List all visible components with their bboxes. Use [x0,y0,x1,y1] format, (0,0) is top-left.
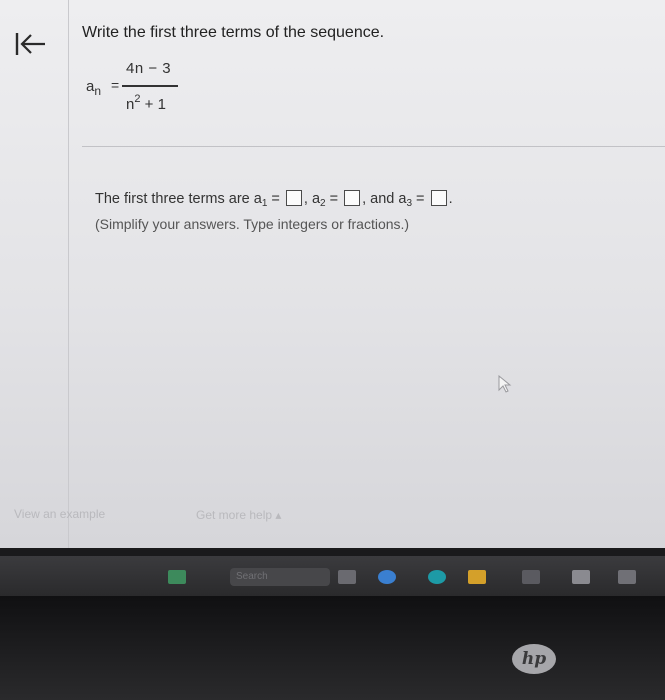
a1-answer-input[interactable] [285,190,302,206]
get-more-help-link[interactable]: Get more help ▴ [196,508,281,522]
hp-logo: hp [512,644,556,674]
bottom-links: View an example Get more help ▴ [0,507,665,533]
screen: Write the first three terms of the seque… [0,0,665,548]
laptop-bezel [0,596,665,700]
browser-icon[interactable] [378,570,396,584]
question-title: Write the first three terms of the seque… [82,24,385,41]
answer-statement: The first three terms are a1 = , a2 = , … [95,190,453,209]
folder-icon[interactable] [468,570,486,584]
app-icon[interactable] [618,570,636,584]
formula-numerator: 4n − 3 [126,60,172,77]
store-icon[interactable] [522,570,540,584]
taskbar: Search [0,556,665,596]
formula-equals: = [111,77,120,93]
section-divider [82,146,665,147]
edge-icon[interactable] [428,570,446,584]
back-to-start-icon[interactable] [14,30,50,60]
app-icon[interactable] [572,570,590,584]
fraction-bar [122,85,178,87]
view-example-link[interactable]: View an example [14,507,105,521]
formula-denominator: n2 + 1 [126,93,166,113]
sequence-formula: an = 4n − 3 n2 + 1 [86,58,206,118]
app-icon[interactable] [338,570,356,584]
start-icon[interactable] [168,570,186,584]
answer-hint: (Simplify your answers. Type integers or… [95,216,410,232]
taskbar-search[interactable]: Search [230,568,330,586]
a3-answer-input[interactable] [430,190,447,206]
formula-lhs: an [86,78,102,98]
mouse-cursor-icon [498,374,512,398]
left-panel [0,0,69,548]
a2-answer-input[interactable] [344,190,361,206]
